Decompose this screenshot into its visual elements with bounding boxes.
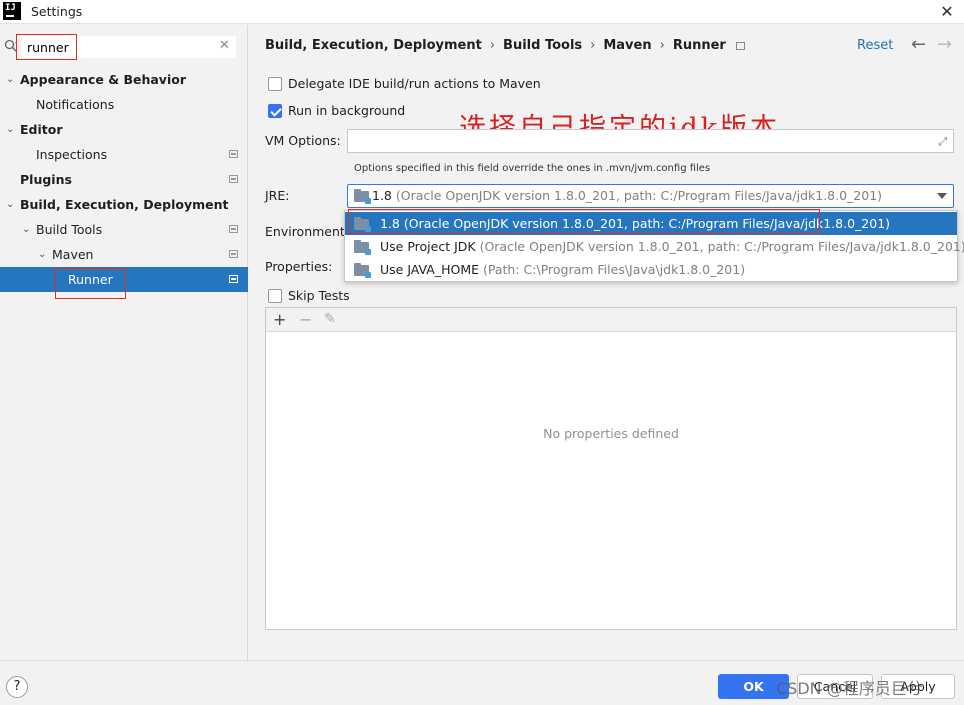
sidebar-item-build-execution-deployment[interactable]: ⌄ Build, Execution, Deployment: [0, 192, 248, 217]
jre-selected-value: 1.8 (Oracle OpenJDK version 1.8.0_201, p…: [372, 188, 883, 203]
jre-option-java-home[interactable]: Use JAVA_HOME (Path: C:\Program Files\Ja…: [345, 258, 957, 281]
sidebar-item-editor[interactable]: ⌄ Editor: [0, 117, 248, 142]
skip-tests-label: Skip Tests: [288, 288, 350, 303]
sidebar-item-label: Build Tools: [36, 222, 103, 237]
project-settings-icon: [229, 175, 238, 183]
project-settings-icon: [229, 275, 238, 283]
expand-icon[interactable]: ⤢: [938, 135, 947, 149]
sidebar-item-appearance-behavior[interactable]: ⌄ Appearance & Behavior: [0, 67, 248, 92]
forward-arrow-icon[interactable]: →: [937, 34, 952, 55]
chevron-down-icon: [937, 193, 947, 199]
sidebar-item-runner[interactable]: Runner: [0, 267, 248, 292]
chevron-down-icon: ⌄: [38, 249, 47, 260]
run-in-background-checkbox[interactable]: [268, 104, 282, 118]
vm-options-input[interactable]: ⤢: [347, 129, 954, 153]
sidebar-item-label: Maven: [52, 247, 94, 262]
sidebar-item-inspections[interactable]: Inspections: [0, 142, 248, 167]
jre-label: JRE:: [265, 188, 290, 203]
jre-option-label: Use Project JDK (Oracle OpenJDK version …: [380, 239, 964, 254]
vm-options-label: VM Options:: [265, 133, 341, 148]
jre-option-1-8[interactable]: 1.8 (Oracle OpenJDK version 1.8.0_201, p…: [345, 212, 957, 235]
jre-option-project-jdk[interactable]: Use Project JDK (Oracle OpenJDK version …: [345, 235, 964, 258]
settings-search-input[interactable]: [22, 36, 236, 58]
sidebar-item-label: Build, Execution, Deployment: [20, 197, 229, 212]
vm-options-hint: Options specified in this field override…: [354, 163, 711, 174]
sidebar-item-label: Appearance & Behavior: [20, 72, 186, 87]
chevron-down-icon: ⌄: [6, 199, 15, 210]
sidebar-item-label: Editor: [20, 122, 63, 137]
add-icon[interactable]: +: [273, 310, 286, 329]
properties-toolbar: + − ✎: [266, 308, 956, 332]
jdk-folder-icon: [354, 263, 371, 278]
sidebar-item-label: Plugins: [20, 172, 72, 187]
breadcrumb-item[interactable]: Build Tools: [503, 38, 582, 53]
settings-sidebar: ✕ ⌄ Appearance & Behavior Notifications …: [0, 25, 248, 660]
sidebar-item-plugins[interactable]: Plugins: [0, 167, 248, 192]
clear-search-icon[interactable]: ✕: [219, 38, 230, 53]
chevron-right-icon: ›: [659, 38, 665, 53]
jdk-folder-icon: [354, 217, 371, 232]
project-settings-icon: [229, 150, 238, 158]
sidebar-item-notifications[interactable]: Notifications: [0, 92, 248, 117]
chevron-right-icon: ›: [590, 38, 596, 53]
chevron-right-icon: ›: [489, 38, 496, 53]
run-in-background-label: Run in background: [288, 103, 406, 118]
search-icon: [4, 39, 17, 52]
chevron-down-icon: ⌄: [6, 74, 15, 85]
back-arrow-icon[interactable]: ←: [911, 34, 926, 55]
jdk-folder-icon: [354, 189, 371, 204]
watermark: CSDN @程序员巨兮: [776, 679, 923, 698]
breadcrumb-item: Runner: [672, 38, 726, 53]
dialog-button-bar: ? OK Cancel Apply CSDN @程序员巨兮: [0, 660, 964, 705]
breadcrumb-item[interactable]: Maven: [603, 38, 651, 53]
properties-panel: + − ✎ No properties defined: [265, 307, 957, 630]
skip-tests-checkbox[interactable]: [268, 289, 282, 303]
sidebar-item-label: Inspections: [36, 147, 108, 162]
empty-properties-text: No properties defined: [543, 426, 679, 441]
jre-option-label: 1.8 (Oracle OpenJDK version 1.8.0_201, p…: [380, 216, 891, 231]
chevron-down-icon: ⌄: [6, 124, 15, 135]
delegate-label: Delegate IDE build/run actions to Maven: [288, 76, 541, 91]
jre-select[interactable]: 1.8 (Oracle OpenJDK version 1.8.0_201, p…: [347, 184, 954, 208]
jre-option-label: Use JAVA_HOME (Path: C:\Program Files\Ja…: [380, 262, 746, 277]
breadcrumb: Build, Execution, Deployment › Build Tools…: [265, 38, 745, 53]
delegate-checkbox[interactable]: [268, 77, 282, 91]
edit-pencil-icon[interactable]: ✎: [324, 311, 336, 327]
sidebar-item-label: Notifications: [36, 97, 115, 112]
project-settings-icon: [735, 41, 745, 50]
window-title: Settings: [31, 4, 83, 19]
environment-label: Environment v: [265, 224, 357, 239]
help-button[interactable]: ?: [6, 676, 28, 698]
sidebar-item-maven[interactable]: ⌄ Maven: [0, 242, 248, 267]
jre-dropdown-list: 1.8 (Oracle OpenJDK version 1.8.0_201, p…: [344, 210, 964, 282]
project-settings-icon: [229, 250, 238, 258]
sidebar-item-label: Runner: [68, 272, 113, 287]
project-settings-icon: [229, 225, 238, 233]
close-icon[interactable]: ✕: [935, 0, 959, 24]
reset-link[interactable]: Reset: [857, 38, 893, 53]
properties-label: Properties:: [265, 259, 333, 274]
remove-icon[interactable]: −: [299, 310, 312, 329]
intellij-logo-icon: IJ: [3, 2, 21, 20]
breadcrumb-item[interactable]: Build, Execution, Deployment: [265, 38, 482, 53]
title-bar: IJ Settings ✕: [0, 0, 964, 24]
chevron-down-icon: ⌄: [22, 224, 31, 235]
sidebar-item-build-tools[interactable]: ⌄ Build Tools: [0, 217, 248, 242]
jdk-folder-icon: [354, 240, 371, 255]
